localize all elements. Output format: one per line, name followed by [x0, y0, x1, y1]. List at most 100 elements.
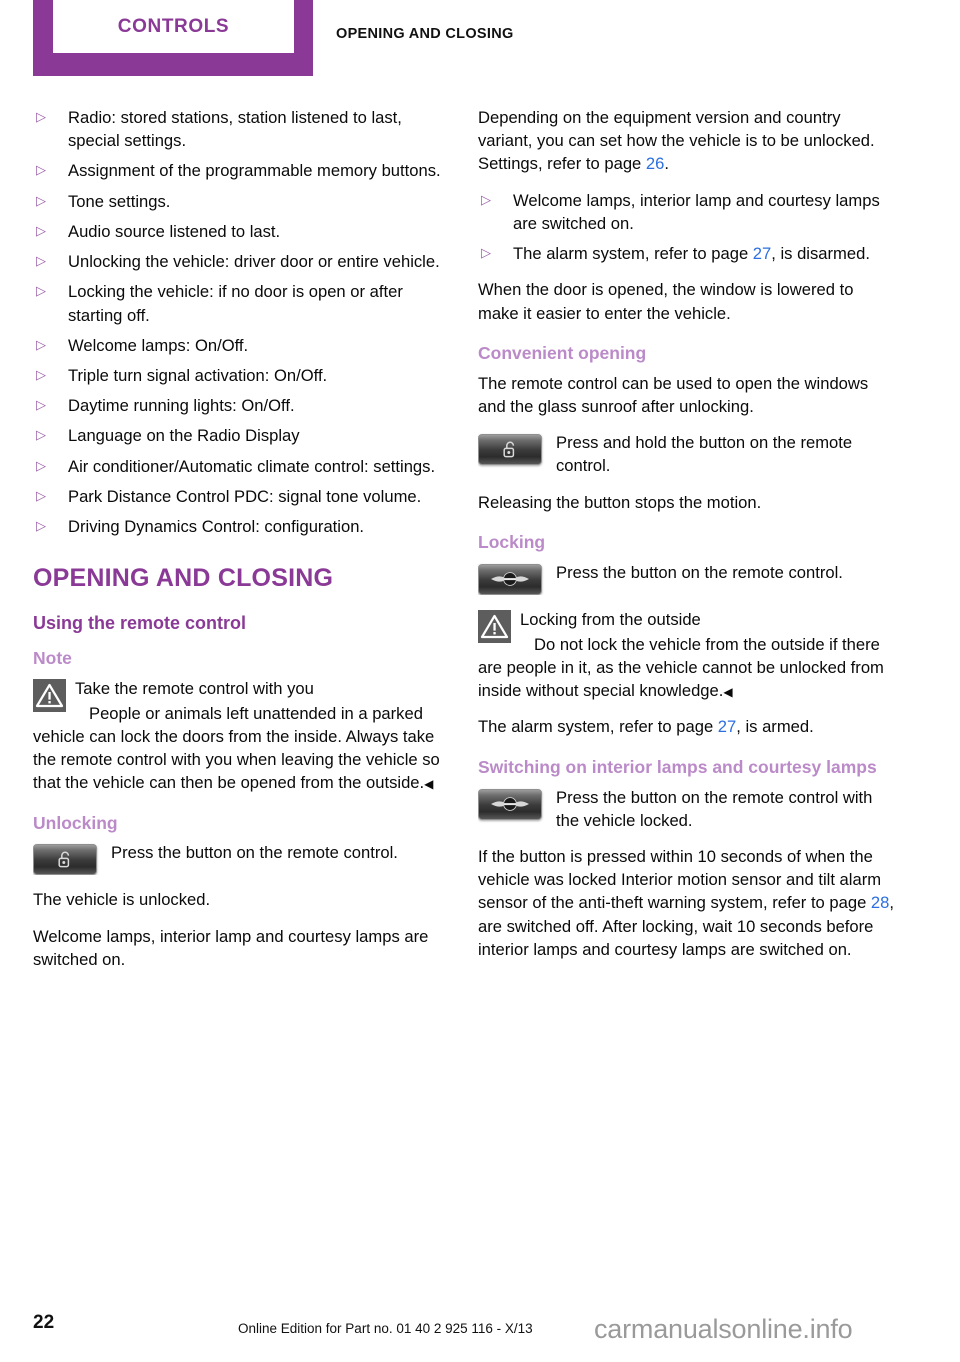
settings-bullet-list: ▷ Radio: stored stations, station listene…	[33, 106, 451, 538]
remote-unlock-button-icon[interactable]	[33, 844, 97, 876]
list-item-text: Unlocking the vehicle: driver door or en…	[68, 252, 440, 272]
unlock-settings-intro: Depending on the equipment version and c…	[478, 106, 896, 176]
subheading-unlocking: Unlocking	[33, 812, 118, 833]
list-item: ▷ The alarm system, refer to page 27, is …	[478, 242, 896, 265]
page-header: CONTROLS OPENING AND CLOSING	[0, 0, 960, 86]
list-item-text: Audio source listened to last.	[68, 221, 281, 241]
list-item: ▷ Tone settings.	[33, 190, 451, 213]
list-item: ▷ Park Distance Control PDC: signal tone …	[33, 485, 451, 508]
note-body: People or animals left unattended in a p…	[33, 702, 451, 795]
list-item: ▷ Air conditioner/Automatic climate contr…	[33, 455, 451, 478]
list-item-text: The alarm system, refer to page	[513, 244, 753, 264]
open-padlock-icon	[34, 845, 96, 874]
bullet-triangle-icon: ▷	[36, 487, 46, 503]
unlock-instruction-row: Press the button on the remote control.	[33, 841, 451, 876]
list-item-text: Welcome lamps, interior lamp and courtes…	[513, 190, 880, 233]
mini-wings-logo-icon	[479, 565, 541, 594]
bullet-triangle-icon: ▷	[36, 192, 46, 208]
bullet-triangle-icon: ▷	[36, 336, 46, 352]
bullet-triangle-icon: ▷	[36, 366, 46, 382]
chapter-heading: OPENING AND CLOSING	[33, 564, 334, 593]
list-item-text: Daytime running lights: On/Off.	[68, 396, 295, 416]
warning-triangle-icon	[33, 678, 66, 712]
note-title: Take the remote control with you	[75, 678, 314, 698]
convenient-opening-instruction-row: Press and hold the button on the remote …	[478, 431, 896, 477]
bullet-triangle-icon: ▷	[36, 253, 46, 269]
alarm-armed-text: The alarm system, refer to page 27, is a…	[478, 715, 896, 738]
list-item-text: Air conditioner/Automatic climate contro…	[68, 456, 436, 476]
left-column: ▷ Radio: stored stations, station listene…	[33, 106, 451, 984]
releasing-button-text: Releasing the button stops the motion.	[478, 492, 762, 512]
convenient-opening-instruction-text: Press and hold the button on the remote …	[556, 433, 853, 476]
remote-unlock-button-icon[interactable]	[478, 434, 542, 466]
page-reference-link[interactable]: 26	[646, 154, 664, 173]
list-item: ▷ Driving Dynamics Control: configuration…	[33, 515, 451, 538]
remote-lock-mini-logo-button-icon[interactable]	[478, 788, 542, 820]
list-item-text: Radio: stored stations, station listened…	[68, 108, 402, 151]
list-item-text: Assignment of the programmable memory bu…	[68, 161, 441, 181]
bullet-triangle-icon: ▷	[36, 162, 46, 178]
warning-end-mark: ◀	[723, 685, 733, 700]
chapter-tab-block: CONTROLS	[33, 0, 313, 76]
site-watermark: carmanualsonline.info	[594, 1314, 853, 1344]
list-item-text: Driving Dynamics Control: configuration.	[68, 517, 365, 537]
bullet-triangle-icon: ▷	[36, 457, 46, 473]
open-padlock-icon	[479, 435, 541, 464]
intro-text-before: Depending on the equipment version and c…	[478, 108, 875, 174]
page-reference-link[interactable]: 28	[871, 893, 889, 912]
intro-text-after: .	[664, 154, 669, 174]
list-item-text: Locking the vehicle: if no door is open …	[68, 282, 403, 325]
list-item-text-after: , is disarmed.	[771, 244, 870, 264]
list-item: ▷ Unlocking the vehicle: driver door or e…	[33, 250, 451, 273]
list-item: ▷ Welcome lamps, interior lamp and courte…	[478, 189, 896, 235]
interior-lamps-body: If the button is pressed within 10 secon…	[478, 845, 896, 961]
right-column: Depending on the equipment version and c…	[478, 106, 896, 974]
bullet-triangle-icon: ▷	[36, 222, 46, 238]
bullet-triangle-icon: ▷	[481, 191, 491, 207]
interior-body-before: If the button is pressed within 10 secon…	[478, 847, 882, 913]
page-number: 22	[33, 1312, 55, 1333]
list-item: ▷ Welcome lamps: On/Off.	[33, 334, 451, 357]
alarm-text-before: The alarm system, refer to page	[478, 717, 718, 737]
bullet-triangle-icon: ▷	[481, 245, 491, 261]
interior-lamps-instruction-text: Press the button on the remote control w…	[556, 787, 873, 830]
locking-instruction-row: Press the button on the remote control.	[478, 561, 896, 595]
page-reference-link[interactable]: 27	[718, 717, 736, 736]
bullet-triangle-icon: ▷	[36, 109, 46, 124]
note-end-mark: ◀	[424, 777, 434, 792]
list-item-text: Park Distance Control PDC: signal tone v…	[68, 486, 422, 506]
warning-body-text: Do not lock the vehicle from the outside…	[478, 634, 884, 701]
unlock-effects-bullet-list: ▷ Welcome lamps, interior lamp and courte…	[478, 189, 896, 266]
page-reference-link[interactable]: 27	[753, 244, 771, 263]
chapter-tab-inner: CONTROLS	[53, 0, 294, 53]
page-footer: 22 Online Edition for Part no. 01 40 2 9…	[0, 1292, 960, 1362]
list-item-text: Tone settings.	[68, 191, 171, 211]
section-heading-using-remote-control: Using the remote control	[33, 613, 247, 634]
running-header-title: OPENING AND CLOSING	[336, 26, 514, 42]
list-item: ▷ Locking the vehicle: if no door is open…	[33, 280, 451, 326]
unlock-instruction-text: Press the button on the remote control.	[111, 843, 398, 863]
bullet-triangle-icon: ▷	[36, 283, 46, 299]
subheading-note: Note	[33, 647, 72, 668]
subheading-locking: Locking	[478, 531, 546, 552]
mini-wings-logo-icon	[479, 790, 541, 819]
subheading-switching-on-interior-lamps: Switching on interior lamps and courtesy…	[478, 756, 877, 777]
window-lowering-text: When the door is opened, the window is l…	[478, 280, 854, 323]
unlock-result-text: The vehicle is unlocked.	[33, 890, 211, 910]
edition-note: Online Edition for Part no. 01 40 2 925 …	[238, 1321, 533, 1336]
list-item: ▷ Assignment of the programmable memory b…	[33, 159, 451, 182]
warning-title: Locking from the outside	[520, 609, 701, 629]
interior-lamps-instruction-row: Press the button on the remote control w…	[478, 786, 896, 832]
note-callout: Take the remote control with you People …	[33, 677, 451, 795]
list-item: ▷ Language on the Radio Display	[33, 424, 451, 447]
list-item: ▷ Radio: stored stations, station listene…	[33, 106, 451, 152]
list-item: ▷ Daytime running lights: On/Off.	[33, 394, 451, 417]
list-item-text: Language on the Radio Display	[68, 426, 300, 446]
warning-body: Do not lock the vehicle from the outside…	[478, 633, 896, 703]
locking-instruction-text: Press the button on the remote control.	[556, 562, 843, 582]
list-item: ▷ Audio source listened to last.	[33, 220, 451, 243]
remote-lock-mini-logo-button-icon[interactable]	[478, 563, 542, 595]
bullet-triangle-icon: ▷	[36, 427, 46, 443]
list-item-text: Triple turn signal activation: On/Off.	[68, 365, 328, 385]
list-item-text: Welcome lamps: On/Off.	[68, 335, 249, 355]
